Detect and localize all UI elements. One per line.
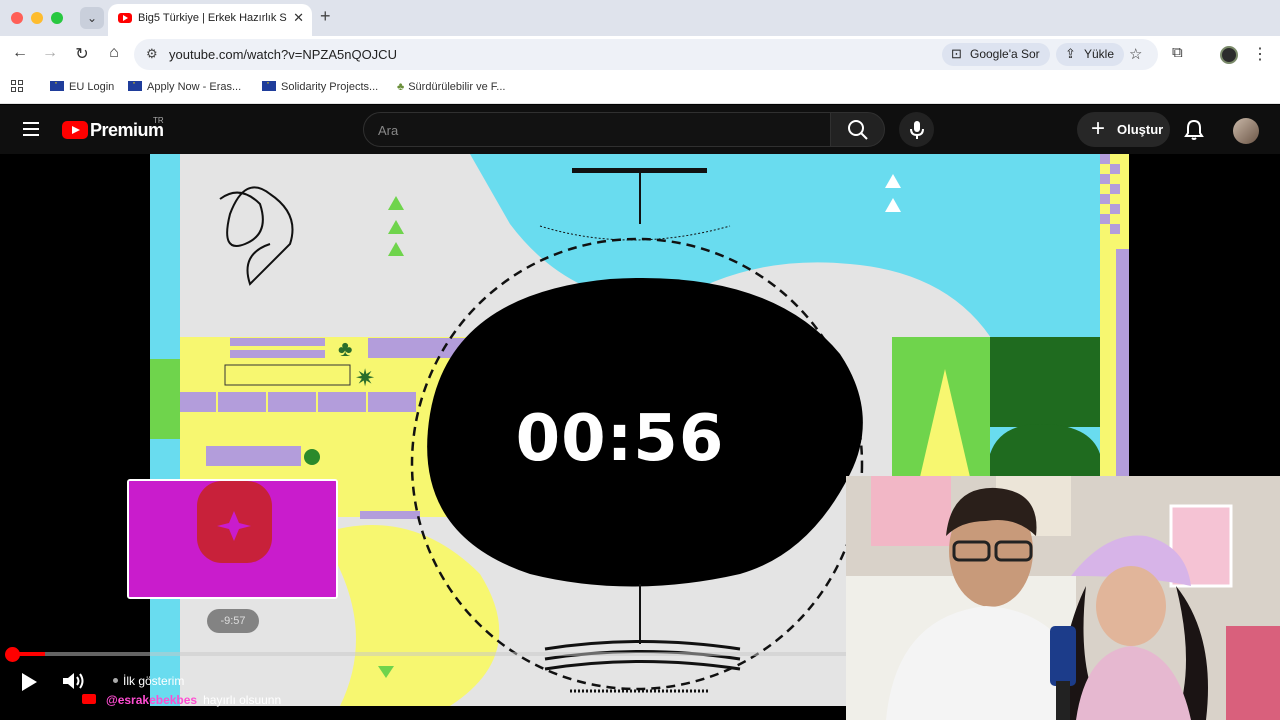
search-button[interactable] xyxy=(830,112,885,147)
window-zoom-button[interactable] xyxy=(51,12,63,24)
video-progress-bar[interactable] xyxy=(12,652,846,656)
svg-text:✷: ✷ xyxy=(355,365,375,392)
play-icon[interactable] xyxy=(20,672,38,692)
hamburger-menu-icon[interactable] xyxy=(23,122,39,140)
eu-flag-icon xyxy=(262,75,276,91)
profile-avatar-icon[interactable] xyxy=(1220,46,1238,64)
premiere-label: İlk gösterim xyxy=(113,674,184,688)
svg-text:♣: ♣ xyxy=(338,336,352,361)
reload-icon[interactable]: ↻ xyxy=(71,44,93,64)
youtube-logo-icon[interactable] xyxy=(62,121,88,139)
bookmark-apply-now[interactable]: Apply Now - Eras... xyxy=(128,75,241,93)
volume-icon[interactable] xyxy=(62,671,86,691)
preview-image xyxy=(129,481,336,597)
apps-grid-icon[interactable] xyxy=(11,80,23,92)
bookmark-eu-login[interactable]: EU Login xyxy=(50,75,114,93)
home-icon[interactable]: ⌂ xyxy=(103,44,125,62)
tab-close-icon[interactable]: ✕ xyxy=(293,10,304,26)
eu-flag-icon xyxy=(128,75,142,91)
youtube-favicon-icon xyxy=(118,13,132,23)
webcam-image xyxy=(846,476,1280,720)
more-menu-icon[interactable]: ⋮ xyxy=(1252,44,1268,64)
window-minimize-button[interactable] xyxy=(31,12,43,24)
search-placeholder: Ara xyxy=(378,123,399,138)
status-dot-icon xyxy=(113,678,118,683)
upload-chip[interactable]: ⇪ Yükle xyxy=(1056,43,1125,66)
search-icon xyxy=(848,120,868,140)
new-tab-button[interactable]: + xyxy=(320,6,331,27)
address-bar[interactable]: ⚙ youtube.com/watch?v=NPZA5nQOJCU ⊡ Googl… xyxy=(134,39,1158,70)
browser-tab-strip: ⌄ Big5 Türkiye | Erkek Hazırlık S ✕ + xyxy=(0,0,1280,36)
tab-search-chevron-icon[interactable]: ⌄ xyxy=(80,7,104,29)
eu-flag-icon xyxy=(50,75,64,91)
tab-title: Big5 Türkiye | Erkek Hazırlık S xyxy=(138,12,287,24)
ask-google-chip[interactable]: ⊡ Google'a Sor xyxy=(942,43,1050,66)
webcam-overlay xyxy=(846,476,1280,720)
scrubber-handle[interactable] xyxy=(5,647,20,662)
region-code: TR xyxy=(153,116,164,125)
user-avatar[interactable] xyxy=(1233,118,1259,144)
site-info-icon[interactable]: ⚙ xyxy=(146,46,158,62)
browser-toolbar: ← → ↻ ⌂ ⚙ youtube.com/watch?v=NPZA5nQOJC… xyxy=(0,36,1280,74)
forward-arrow-icon[interactable]: → xyxy=(39,44,61,62)
upload-icon: ⇪ xyxy=(1065,46,1076,61)
voice-search-button[interactable] xyxy=(899,112,934,147)
search-input[interactable]: Ara xyxy=(363,112,831,147)
preview-time-label: -9:57 xyxy=(207,609,259,633)
extensions-icon[interactable]: ⧉ xyxy=(1172,44,1183,61)
chat-username: @esrakebekbes xyxy=(106,693,198,707)
youtube-header: Premium TR Ara Oluştur xyxy=(0,105,1280,154)
notifications-bell-icon[interactable] xyxy=(1184,119,1204,141)
window-close-button[interactable] xyxy=(11,12,23,24)
back-arrow-icon[interactable]: ← xyxy=(9,44,31,62)
bookmarks-bar: EU Login Apply Now - Eras... Solidarity … xyxy=(0,74,1280,104)
youtube-chat-icon xyxy=(82,694,96,704)
bookmark-surdurulebilir[interactable]: ♣ Sürdürülebilir ve F... xyxy=(397,81,505,93)
create-button[interactable]: Oluştur xyxy=(1077,112,1170,147)
lens-icon: ⊡ xyxy=(951,46,962,61)
bookmark-solidarity[interactable]: Solidarity Projects... xyxy=(262,75,378,93)
chat-overlay-message: @esrakebekbes hayırlı olsuunn xyxy=(82,693,281,707)
countdown-timer: 00:56 xyxy=(515,402,725,476)
browser-tab-active[interactable]: Big5 Türkiye | Erkek Hazırlık S ✕ xyxy=(108,4,312,36)
bookmark-star-icon[interactable]: ☆ xyxy=(1129,45,1142,63)
url-text[interactable]: youtube.com/watch?v=NPZA5nQOJCU xyxy=(169,47,397,62)
scrub-preview-thumbnail xyxy=(127,479,338,599)
tree-icon: ♣ xyxy=(397,81,405,93)
chat-text: hayırlı olsuunn xyxy=(203,693,282,707)
microphone-icon xyxy=(910,121,924,139)
